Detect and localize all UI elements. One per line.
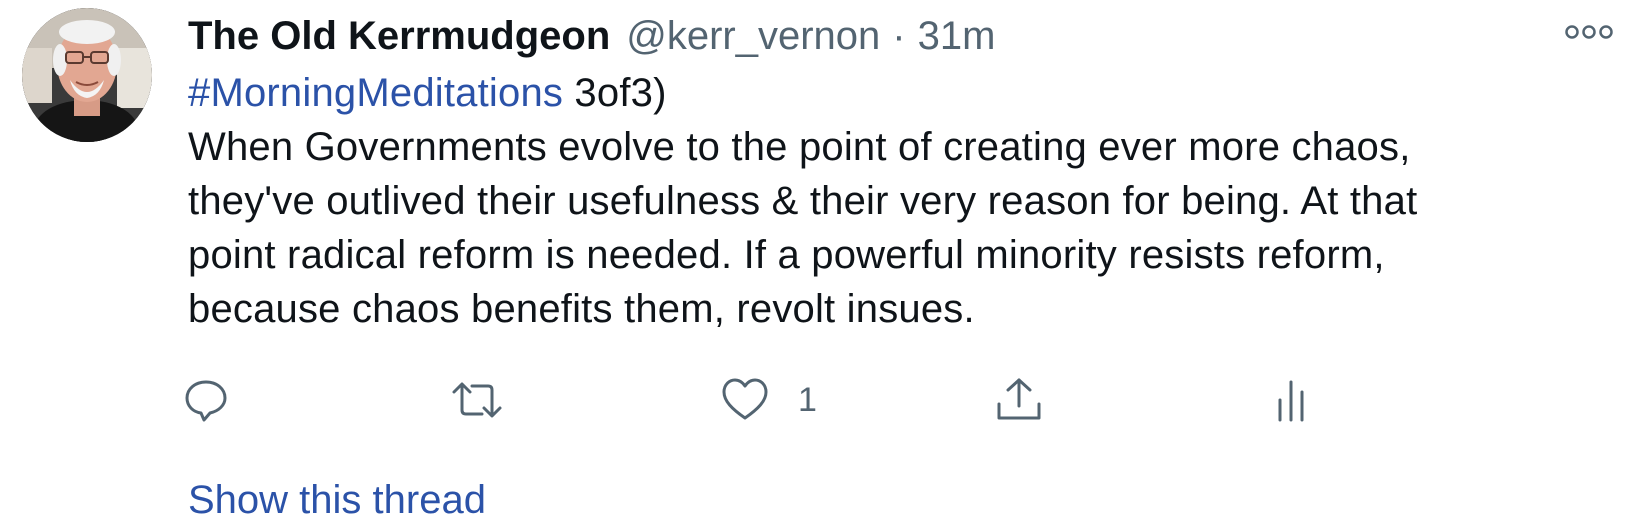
- heart-icon: [722, 378, 768, 420]
- avatar[interactable]: [22, 8, 152, 142]
- tweet-actions: 1: [185, 370, 1388, 430]
- author-handle[interactable]: @kerr_vernon: [626, 10, 880, 62]
- share-icon: [997, 378, 1041, 420]
- tweet[interactable]: The Old Kerrmudgeon @kerr_vernon · 31m #…: [0, 0, 1640, 522]
- like-button[interactable]: 1: [720, 370, 817, 430]
- retweet-icon: [452, 382, 502, 418]
- analytics-button[interactable]: [1274, 370, 1310, 430]
- analytics-icon: [1278, 380, 1304, 422]
- author-display-name[interactable]: The Old Kerrmudgeon: [188, 10, 610, 62]
- header-separator: ·: [892, 14, 906, 58]
- hashtag-link[interactable]: #MorningMeditations: [188, 71, 563, 115]
- tweet-text-line: they've outlived their usefulness & thei…: [188, 179, 1418, 223]
- tweet-text-line: because chaos benefits them, revolt insu…: [188, 287, 975, 331]
- avatar-photo: [22, 8, 152, 142]
- share-button[interactable]: [994, 370, 1044, 430]
- tweet-text: #MorningMeditations 3of3) When Governmen…: [188, 66, 1628, 336]
- show-thread-link[interactable]: Show this thread: [188, 474, 486, 526]
- like-count: 1: [798, 380, 817, 419]
- tweet-header: The Old Kerrmudgeon @kerr_vernon · 31m: [188, 10, 995, 62]
- reply-button[interactable]: [182, 370, 230, 430]
- tweet-text-line: When Governments evolve to the point of …: [188, 125, 1411, 169]
- tweet-timestamp[interactable]: 31m: [918, 10, 996, 62]
- more-options-icon: [1565, 25, 1613, 39]
- hashtag-suffix: 3of3): [563, 71, 667, 115]
- retweet-button[interactable]: [450, 370, 504, 430]
- more-options-button[interactable]: [1560, 20, 1618, 44]
- tweet-text-line: point radical reform is needed. If a pow…: [188, 233, 1385, 277]
- tweet-text-line-hashtag: #MorningMeditations 3of3): [188, 66, 1628, 120]
- reply-icon: [185, 380, 227, 422]
